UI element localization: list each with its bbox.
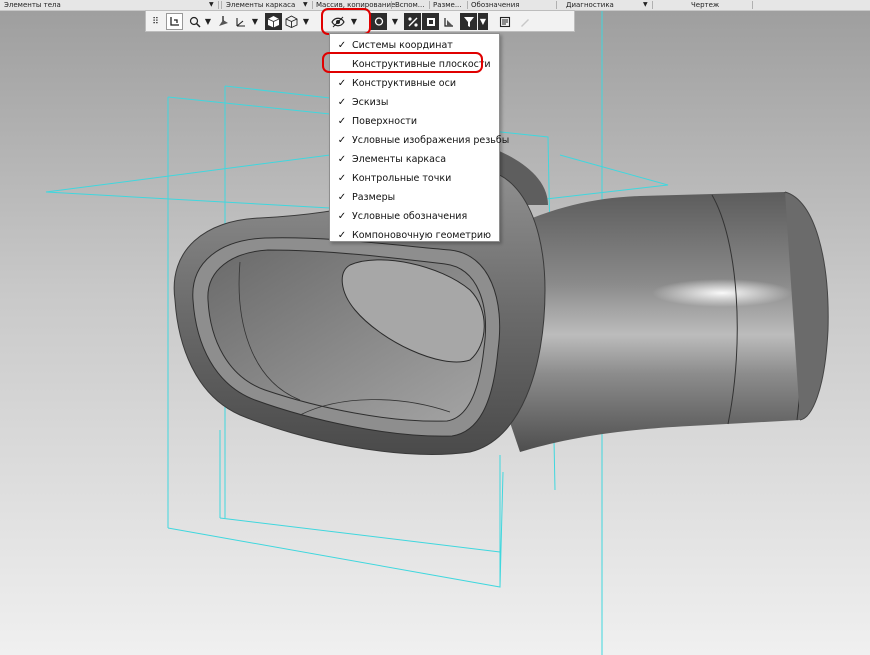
chevron-down-icon[interactable]: ▼ bbox=[250, 13, 260, 30]
check-icon: ✓ bbox=[337, 135, 347, 146]
tab-divider bbox=[221, 1, 222, 9]
menu-item-frame-elements[interactable]: ✓ Элементы каркаса bbox=[330, 150, 499, 169]
tab-body-elements[interactable]: Элементы тела bbox=[4, 0, 61, 10]
tab-divider bbox=[652, 1, 653, 9]
menu-item-layout-geometry[interactable]: ✓ Компоновочную геометрию bbox=[330, 226, 499, 245]
chevron-down-icon[interactable]: ▼ bbox=[478, 13, 488, 30]
tube-highlight bbox=[652, 279, 792, 307]
tab-annotations[interactable]: Обозначения bbox=[471, 0, 519, 10]
construction-planes-highlight bbox=[322, 52, 483, 73]
grip-icon[interactable]: ⠿ bbox=[147, 13, 164, 30]
tab-diagnostics[interactable]: Диагностика bbox=[566, 0, 614, 10]
tab-drawing[interactable]: Чертеж bbox=[691, 0, 719, 10]
menu-item-label: Элементы каркаса bbox=[352, 154, 447, 165]
wireframe-display-icon[interactable] bbox=[283, 13, 300, 30]
tab-divider bbox=[312, 1, 313, 9]
zoom-icon[interactable] bbox=[186, 13, 203, 30]
menu-item-control-points[interactable]: ✓ Контрольные точки bbox=[330, 169, 499, 188]
tab-auxiliary[interactable]: Вспом... bbox=[395, 0, 424, 10]
check-icon: ✓ bbox=[337, 78, 347, 89]
section-view-icon[interactable] bbox=[404, 13, 421, 30]
camera-view-icon[interactable] bbox=[370, 13, 387, 30]
properties-icon[interactable] bbox=[496, 13, 513, 30]
check-icon: ✓ bbox=[337, 154, 347, 165]
menu-item-label: Контрольные точки bbox=[352, 173, 452, 184]
tab-divider bbox=[467, 1, 468, 9]
pencil-icon bbox=[516, 13, 533, 30]
tab-dimensions[interactable]: Разме... bbox=[433, 0, 462, 10]
tab-divider bbox=[556, 1, 557, 9]
chevron-down-icon[interactable]: ▼ bbox=[643, 0, 648, 10]
tab-divider bbox=[391, 1, 392, 9]
chevron-down-icon[interactable]: ▼ bbox=[301, 13, 311, 30]
menu-item-label: Поверхности bbox=[352, 116, 418, 127]
menu-item-dimensions[interactable]: ✓ Размеры bbox=[330, 188, 499, 207]
chevron-down-icon[interactable]: ▼ bbox=[209, 0, 214, 10]
check-icon: ✓ bbox=[337, 230, 347, 241]
chevron-down-icon[interactable]: ▼ bbox=[203, 13, 213, 30]
tab-divider bbox=[752, 1, 753, 9]
check-icon: ✓ bbox=[337, 211, 347, 222]
menu-item-label: Условные изображения резьбы bbox=[352, 135, 510, 146]
local-cs-icon[interactable] bbox=[166, 13, 183, 30]
menu-item-thread-images[interactable]: ✓ Условные изображения резьбы bbox=[330, 131, 509, 150]
menu-item-label: Размеры bbox=[352, 192, 396, 203]
menu-item-annotations[interactable]: ✓ Условные обозначения bbox=[330, 207, 499, 226]
axes-icon[interactable] bbox=[232, 13, 249, 30]
check-icon: ✓ bbox=[337, 173, 347, 184]
visibility-button-highlight bbox=[321, 8, 371, 35]
menu-item-surfaces[interactable]: ✓ Поверхности bbox=[330, 112, 499, 131]
layers-icon[interactable] bbox=[440, 13, 457, 30]
menu-item-construction-axes[interactable]: ✓ Конструктивные оси bbox=[330, 74, 499, 93]
orientation-icon[interactable] bbox=[215, 13, 232, 30]
chevron-down-icon[interactable]: ▼ bbox=[390, 13, 400, 30]
menu-item-sketches[interactable]: ✓ Эскизы bbox=[330, 93, 499, 112]
menu-item-label: Конструктивные оси bbox=[352, 78, 457, 89]
check-icon: ✓ bbox=[337, 116, 347, 127]
menu-item-label: Эскизы bbox=[352, 97, 389, 108]
check-icon: ✓ bbox=[337, 192, 347, 203]
tab-frame-elements[interactable]: Элементы каркаса bbox=[226, 0, 295, 10]
menu-item-label: Компоновочную геометрию bbox=[352, 230, 492, 241]
tab-divider bbox=[218, 1, 219, 9]
chevron-down-icon[interactable]: ▼ bbox=[303, 0, 308, 10]
check-icon: ✓ bbox=[337, 97, 347, 108]
filter-icon[interactable] bbox=[460, 13, 477, 30]
tab-divider bbox=[429, 1, 430, 9]
menu-item-label: Условные обозначения bbox=[352, 211, 468, 222]
shaded-display-icon[interactable] bbox=[265, 13, 282, 30]
component-display-icon[interactable] bbox=[422, 13, 439, 30]
